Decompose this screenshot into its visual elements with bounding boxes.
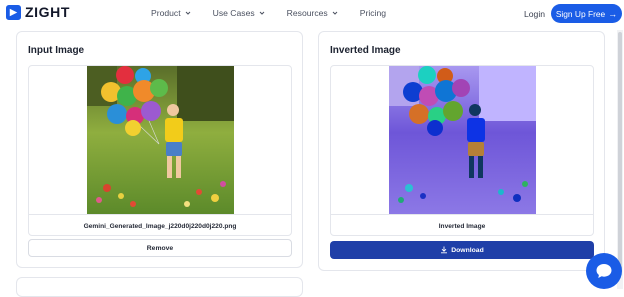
download-icon bbox=[441, 246, 448, 254]
next-panel-edge bbox=[16, 277, 303, 297]
chat-launcher-button[interactable] bbox=[586, 253, 622, 289]
page-scrollbar[interactable] bbox=[617, 30, 623, 289]
menu-item-product[interactable]: Product bbox=[151, 8, 191, 18]
remove-button[interactable]: Remove bbox=[28, 239, 292, 257]
download-button[interactable]: Download bbox=[330, 241, 594, 259]
brand-name: ZIGHT bbox=[25, 4, 70, 20]
signup-button[interactable]: Sign Up Free → bbox=[551, 4, 622, 23]
scrollbar-thumb[interactable] bbox=[618, 32, 622, 272]
input-image-panel: Input Image Gemini_Generated_Image_j220d… bbox=[16, 31, 303, 268]
menu-item-use-cases[interactable]: Use Cases bbox=[213, 8, 265, 18]
panel-title: Input Image bbox=[28, 45, 85, 56]
top-nav: ZIGHT Product Use Cases Resources Pricin… bbox=[0, 0, 624, 29]
menu-item-label: Product bbox=[151, 8, 181, 18]
chevron-down-icon bbox=[332, 11, 338, 15]
menu-item-label: Use Cases bbox=[212, 8, 255, 18]
download-label: Download bbox=[451, 246, 484, 254]
signup-label: Sign Up Free bbox=[555, 8, 606, 19]
inverted-image-panel: Inverted Image Inverted Image Download bbox=[318, 31, 605, 271]
menu-item-resources[interactable]: Resources bbox=[287, 8, 338, 18]
arrow-right-icon: → bbox=[608, 8, 618, 19]
input-image-card: Gemini_Generated_Image_j220d0j220d0j220.… bbox=[28, 65, 292, 236]
input-file-name: Gemini_Generated_Image_j220d0j220d0j220.… bbox=[29, 214, 291, 235]
menu-item-label: Resources bbox=[286, 8, 328, 18]
inverted-image-card: Inverted Image bbox=[330, 65, 594, 236]
menu-item-pricing[interactable]: Pricing bbox=[360, 8, 386, 18]
inverted-image bbox=[389, 66, 536, 214]
main-menu: Product Use Cases Resources Pricing bbox=[151, 8, 408, 18]
login-link[interactable]: Login bbox=[524, 9, 545, 19]
inverted-caption: Inverted Image bbox=[331, 214, 593, 235]
chat-bubble-icon bbox=[596, 264, 612, 278]
chevron-down-icon bbox=[259, 11, 265, 15]
menu-item-label: Pricing bbox=[359, 8, 387, 18]
zight-logo-icon bbox=[6, 4, 21, 20]
brand-logo[interactable]: ZIGHT bbox=[6, 4, 70, 20]
input-image bbox=[87, 66, 234, 214]
chevron-down-icon bbox=[185, 11, 190, 15]
panel-title: Inverted Image bbox=[330, 45, 401, 56]
